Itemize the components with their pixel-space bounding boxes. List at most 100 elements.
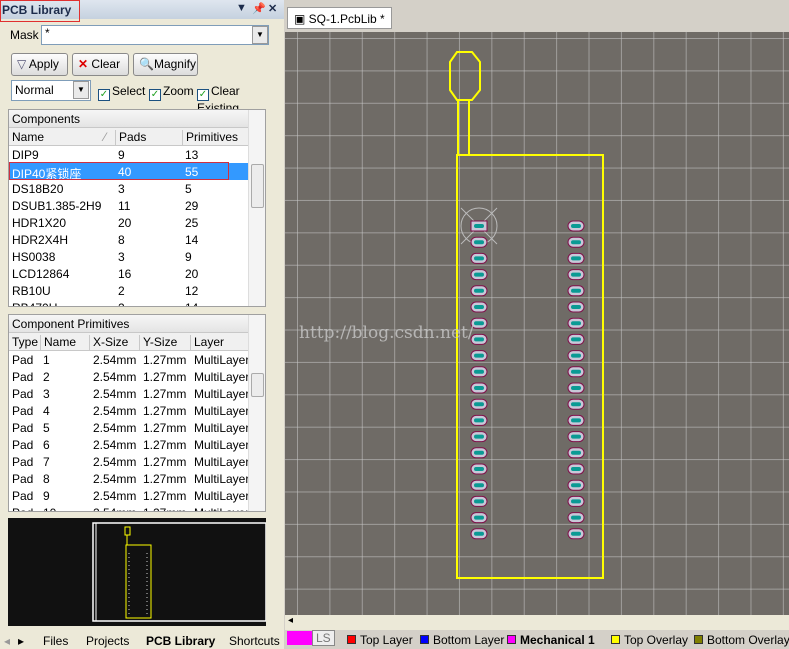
tab-shortcuts[interactable]: Shortcuts — [229, 634, 280, 648]
component-row[interactable]: HS0038 3 9 — [9, 248, 265, 265]
cell: Pad — [12, 489, 34, 503]
primitive-row[interactable]: Pad 3 2.54mm 1.27mm MultiLayer — [9, 385, 265, 402]
cell: 8 — [118, 233, 125, 247]
component-row[interactable]: LCD12864 16 20 — [9, 265, 265, 282]
cell: 3 — [118, 182, 125, 196]
cell: 14 — [185, 301, 198, 306]
pad-hole — [571, 272, 581, 277]
tab-pcb-library[interactable]: PCB Library — [146, 634, 215, 648]
cell: 7 — [43, 455, 50, 469]
apply-button[interactable]: ▽ Apply — [11, 53, 68, 76]
layer-tab-bottom-overlay[interactable]: Bottom Overlay — [694, 633, 789, 647]
outline-octagon — [449, 51, 481, 101]
cell: HS0038 — [12, 250, 56, 264]
pad-hole — [474, 369, 484, 374]
document-tab-label: SQ-1.PcbLib * — [308, 12, 385, 26]
primitive-row[interactable]: Pad 2 2.54mm 1.27mm MultiLayer — [9, 368, 265, 385]
zoom-checkbox[interactable]: ✓ Zoom — [149, 84, 194, 101]
layer-color-swatch — [694, 635, 703, 644]
tab-scroll-right-icon[interactable]: ▸ — [18, 634, 24, 648]
close-icon[interactable]: ✕ — [268, 2, 277, 15]
tab-files[interactable]: Files — [43, 634, 68, 648]
layer-tab-bottom-layer[interactable]: Bottom Layer — [420, 633, 504, 647]
primitives-list: Component Primitives Type Name X-Size Y-… — [8, 314, 266, 512]
cell: Pad — [12, 404, 34, 418]
primitive-row[interactable]: Pad 10 2.54mm 1.27mm MultiLayer — [9, 504, 265, 511]
component-row[interactable]: RB10U 2 12 — [9, 282, 265, 299]
component-row[interactable]: DSUB1.385-2H9 11 29 — [9, 197, 265, 214]
primitive-row[interactable]: Pad 7 2.54mm 1.27mm MultiLayer — [9, 453, 265, 470]
cell: HDR2X4H — [12, 233, 69, 247]
pad-hole — [474, 483, 484, 488]
primitive-row[interactable]: Pad 8 2.54mm 1.27mm MultiLayer — [9, 470, 265, 487]
pad-hole — [474, 272, 484, 277]
component-row[interactable]: HDR2X4H 8 14 — [9, 231, 265, 248]
cell: 9 — [43, 489, 50, 503]
cell: 1.27mm — [143, 421, 187, 435]
cell: RB470U — [12, 301, 57, 306]
col-xsize[interactable]: X-Size — [89, 335, 128, 351]
dropdown-icon[interactable]: ▼ — [236, 2, 247, 14]
col-pads[interactable]: Pads — [115, 130, 146, 146]
horizontal-scrollbar[interactable]: ◂ — [285, 615, 789, 630]
component-row[interactable]: DS18B20 3 5 — [9, 180, 265, 197]
ls-label: LS — [312, 630, 335, 646]
clear-button[interactable]: ✕ Clear — [72, 53, 129, 76]
components-scrollbar[interactable] — [248, 110, 265, 306]
cell: 20 — [185, 267, 199, 281]
pad-hole — [474, 386, 484, 390]
pin-icon[interactable]: 📌 — [252, 2, 266, 15]
cell: MultiLayer — [194, 489, 250, 503]
col-layer[interactable]: Layer — [190, 335, 224, 351]
tab-projects[interactable]: Projects — [86, 634, 129, 648]
cell: Pad — [12, 506, 33, 511]
cell: 1.27mm — [143, 387, 187, 401]
component-preview[interactable] — [8, 518, 267, 626]
col-name[interactable]: Name — [9, 130, 44, 146]
pcb-canvas[interactable]: http://blog.csdn.net/ — [285, 32, 789, 615]
col-primitives[interactable]: Primitives — [182, 130, 238, 146]
layer-tab-top-overlay[interactable]: Top Overlay — [611, 633, 688, 647]
layer-set-ls[interactable]: LS — [287, 630, 335, 646]
components-header: Name ⁄ Pads Primitives — [9, 128, 265, 146]
primitive-row[interactable]: Pad 5 2.54mm 1.27mm MultiLayer — [9, 419, 265, 436]
layer-tab-top-layer[interactable]: Top Layer — [347, 633, 413, 647]
magnify-button[interactable]: 🔍Magnify — [133, 53, 198, 76]
col-ysize[interactable]: Y-Size — [139, 335, 177, 351]
mode-dropdown[interactable]: ▼ — [73, 81, 89, 99]
cell: 1.27mm — [143, 489, 187, 503]
pad-hole — [474, 337, 484, 342]
col-type[interactable]: Type — [9, 335, 38, 351]
cell: 2 — [118, 301, 125, 306]
col-name[interactable]: Name — [40, 335, 76, 351]
primitives-scrollbar[interactable] — [248, 315, 265, 511]
pad-hole — [571, 450, 581, 455]
pad-hole — [571, 483, 581, 488]
cell: Pad — [12, 472, 34, 486]
layer-color-swatch — [507, 635, 516, 644]
pad-hole — [571, 337, 581, 342]
tab-scroll-left-icon[interactable]: ◂ — [4, 634, 10, 648]
component-row[interactable]: HDR1X20 20 25 — [9, 214, 265, 231]
select-checkbox[interactable]: ✓ Select — [98, 84, 145, 101]
cell: 14 — [185, 233, 199, 247]
cell: MultiLayer — [194, 370, 250, 384]
component-row[interactable]: RB470U 2 14 — [9, 299, 265, 306]
cell: RB10U — [12, 284, 51, 298]
document-tab[interactable]: ▣ SQ-1.PcbLib * — [287, 7, 392, 29]
cell: 2 — [43, 370, 50, 384]
primitive-row[interactable]: Pad 4 2.54mm 1.27mm MultiLayer — [9, 402, 265, 419]
layer-tab-mechanical-1[interactable]: Mechanical 1 — [507, 633, 595, 647]
mask-input[interactable]: * — [41, 25, 269, 45]
scroll-left-icon[interactable]: ◂ — [288, 615, 293, 626]
pad-hole — [474, 499, 484, 504]
component-row[interactable]: DIP9 9 13 — [9, 146, 265, 163]
primitive-row[interactable]: Pad 9 2.54mm 1.27mm MultiLayer — [9, 487, 265, 504]
primitive-row[interactable]: Pad 6 2.54mm 1.27mm MultiLayer — [9, 436, 265, 453]
cell: Pad — [12, 370, 34, 384]
pad-hole — [474, 402, 484, 407]
layer-label: Bottom Overlay — [707, 633, 789, 647]
primitive-row[interactable]: Pad 1 2.54mm 1.27mm MultiLayer — [9, 351, 265, 368]
cell: 6 — [43, 438, 50, 452]
mask-dropdown[interactable]: ▼ — [252, 26, 268, 44]
